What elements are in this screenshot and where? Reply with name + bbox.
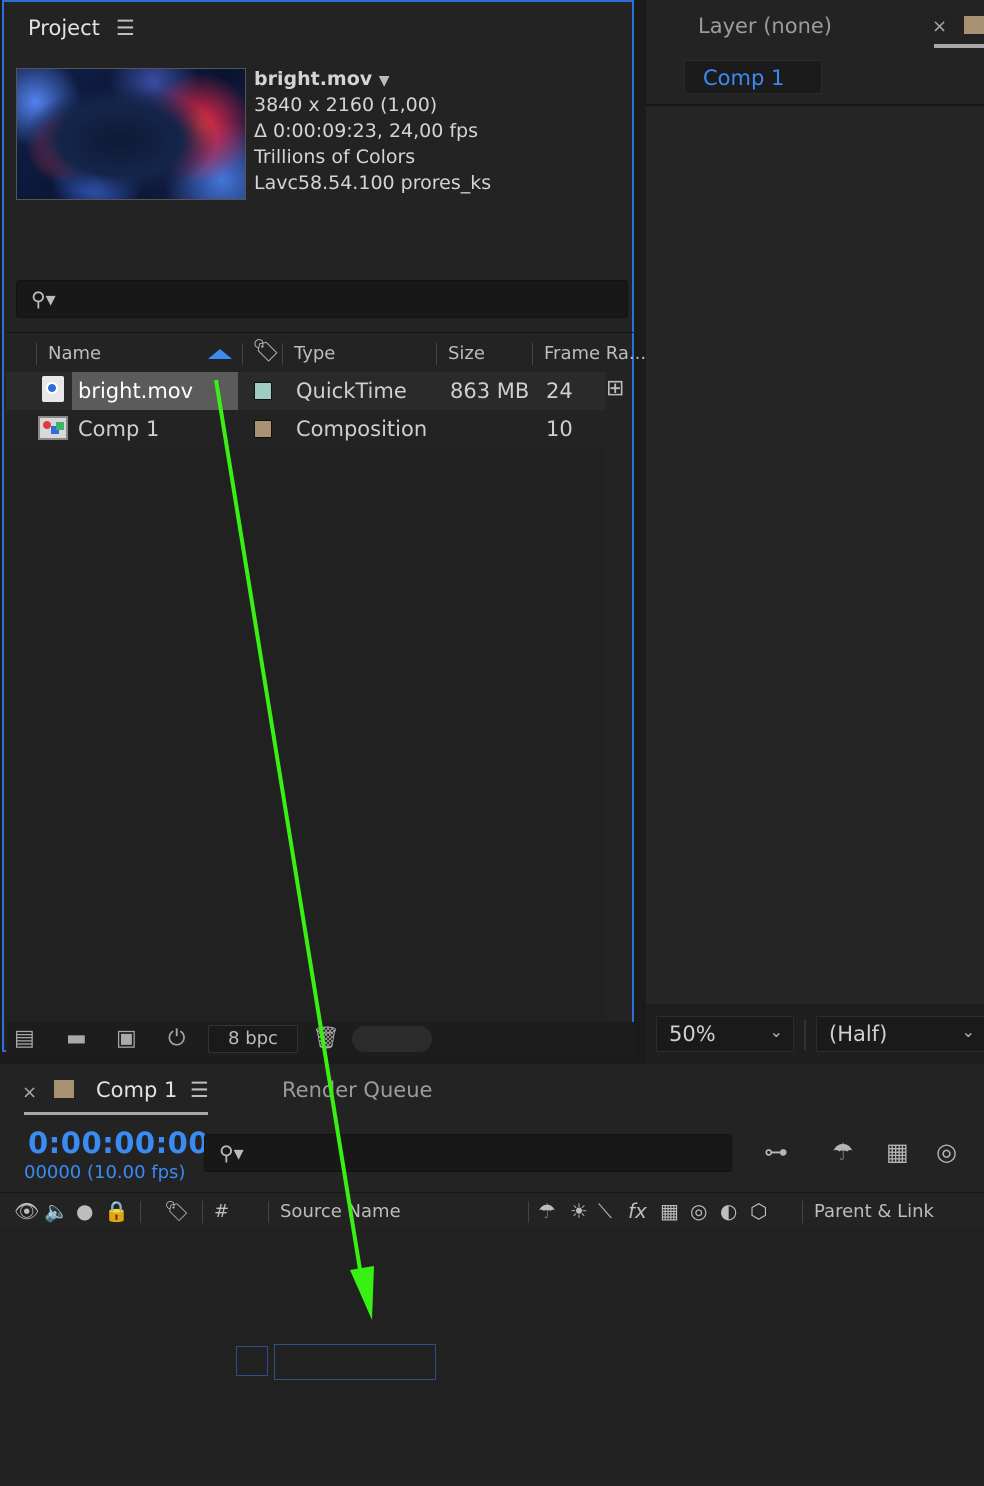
motion-blur-icon[interactable]: ◎ xyxy=(690,1199,707,1223)
search-icon: ⚲▾ xyxy=(219,1141,244,1165)
chevron-down-icon: ⌄ xyxy=(769,1022,783,1041)
footage-name[interactable]: bright.mov ▼ xyxy=(254,68,390,90)
footage-codec: Lavc58.54.100 prores_ks xyxy=(254,172,492,194)
solo-icon[interactable]: ● xyxy=(76,1199,93,1223)
shy-icon[interactable]: ☂ xyxy=(538,1199,556,1223)
project-list-empty-area[interactable] xyxy=(6,448,606,1022)
tab-render-queue[interactable]: Render Queue xyxy=(282,1078,432,1102)
panel-menu-icon[interactable]: ☰ xyxy=(190,1078,209,1102)
zoom-value: 50% xyxy=(669,1022,716,1046)
active-tab-indicator xyxy=(24,1112,208,1115)
column-number: # xyxy=(214,1201,230,1222)
active-tab-indicator xyxy=(934,44,984,48)
item-frame-rate: 24 xyxy=(546,379,573,403)
resolution-dropdown[interactable]: (Half) ⌄ xyxy=(816,1016,984,1052)
dropdown-arrow-icon[interactable]: ▼ xyxy=(379,73,390,89)
close-icon[interactable]: × xyxy=(22,1082,37,1103)
footage-thumbnail xyxy=(16,68,246,200)
zoom-dropdown[interactable]: 50% ⌄ xyxy=(656,1016,794,1052)
viewer-area[interactable] xyxy=(646,106,984,1004)
tab-layer[interactable]: Layer (none) xyxy=(698,14,832,38)
item-type: Composition xyxy=(296,417,428,441)
viewer-bottom-bar: 50% ⌄ (Half) ⌄ xyxy=(646,1004,984,1064)
label-tag-icon[interactable]: 🏷 xyxy=(164,1199,189,1223)
column-name[interactable]: Name xyxy=(48,343,101,364)
new-folder-icon[interactable]: ▬ xyxy=(66,1026,87,1051)
project-item-row[interactable]: bright.mov QuickTime 863 MB 24 xyxy=(6,372,606,410)
project-panel: Project ☰ bright.mov ▼ 3840 x 2160 (1,00… xyxy=(2,0,646,1056)
quality-icon[interactable]: ⟍ xyxy=(598,1199,612,1223)
item-name[interactable]: bright.mov xyxy=(78,379,193,403)
chevron-down-icon: ⌄ xyxy=(961,1022,975,1041)
column-source-name[interactable]: Source Name xyxy=(280,1201,401,1222)
shy-layers-icon[interactable]: ☂ xyxy=(832,1138,854,1166)
motion-blur-icon[interactable]: ◎ xyxy=(936,1138,957,1166)
project-panel-title[interactable]: Project xyxy=(28,16,100,40)
collapse-transform-icon[interactable]: ☀ xyxy=(570,1199,588,1223)
audio-icon[interactable]: 🔈 xyxy=(44,1199,69,1223)
interpret-footage-icon[interactable]: ▤ xyxy=(14,1026,35,1051)
comp-navigator-chip[interactable]: Comp 1 xyxy=(684,60,822,94)
label-tag-icon[interactable]: 🏷 xyxy=(252,339,280,364)
bit-depth-button[interactable]: 8 bpc xyxy=(208,1025,298,1053)
close-icon[interactable]: × xyxy=(932,16,947,37)
eye-icon[interactable]: 👁 xyxy=(14,1199,39,1223)
column-frame-rate[interactable]: Frame Ra... xyxy=(544,343,646,364)
divider xyxy=(804,1020,806,1050)
footage-name-label: bright.mov xyxy=(254,68,373,90)
item-name[interactable]: Comp 1 xyxy=(78,417,159,441)
effects-fx-icon[interactable]: fx xyxy=(628,1199,647,1223)
composition-flowchart-icon[interactable]: ⊶ xyxy=(764,1138,788,1166)
project-bottom-toolbar: ▤ ▬ ▣ ⏻ 8 bpc 🗑 xyxy=(6,1022,634,1056)
item-frame-rate: 10 xyxy=(546,417,573,441)
timeline-panel: × Comp 1 ☰ Render Queue 0:00:00:00 00000… xyxy=(0,1064,984,1486)
frame-blending-icon[interactable]: ▦ xyxy=(886,1138,909,1166)
item-size: 863 MB xyxy=(450,379,530,403)
project-settings-icon[interactable]: ⏻ xyxy=(168,1026,185,1051)
tab-comp-1[interactable]: Comp 1 xyxy=(96,1078,177,1102)
panel-menu-icon[interactable]: ☰ xyxy=(116,16,135,40)
footage-file-icon xyxy=(42,376,64,402)
frame-count-display: 00000 (10.00 fps) xyxy=(24,1162,186,1183)
project-item-row[interactable]: Comp 1 Composition 10 xyxy=(6,410,606,448)
timeline-search-input[interactable]: ⚲▾ xyxy=(204,1134,732,1172)
frame-blend-icon[interactable]: ▦ xyxy=(660,1199,679,1223)
column-size[interactable]: Size xyxy=(448,343,485,364)
label-color-swatch[interactable] xyxy=(254,382,272,400)
label-color-swatch[interactable] xyxy=(254,420,272,438)
lock-icon[interactable]: 🔒 xyxy=(104,1199,129,1223)
project-search-input[interactable]: ⚲▾ xyxy=(16,280,628,318)
new-composition-icon[interactable]: ▣ xyxy=(116,1026,137,1051)
comp-chip-label: Comp 1 xyxy=(703,66,785,90)
composition-icon xyxy=(38,416,68,440)
timeline-layer-area[interactable] xyxy=(0,1230,984,1486)
trash-icon[interactable]: 🗑 xyxy=(312,1026,340,1051)
resolution-value: (Half) xyxy=(829,1022,888,1046)
project-column-header: Name 🏷 Type Size Frame Ra... xyxy=(6,332,646,373)
footage-resolution: 3840 x 2160 (1,00) xyxy=(254,94,438,116)
current-time-display[interactable]: 0:00:00:00 xyxy=(28,1126,209,1160)
footage-duration: Δ 0:00:09:23, 24,00 fps xyxy=(254,120,479,142)
drop-target-indicator xyxy=(236,1346,268,1376)
timeline-layer-header: 👁 🔈 ● 🔒 🏷 # Source Name ☂ ☀ ⟍ fx ▦ ◎ ◐ ⬡… xyxy=(0,1192,984,1232)
sort-ascending-icon[interactable] xyxy=(208,349,232,359)
footage-colors: Trillions of Colors xyxy=(254,146,416,168)
drop-target-indicator xyxy=(274,1344,436,1380)
item-type: QuickTime xyxy=(296,379,407,403)
composition-tab-swatch xyxy=(54,1080,74,1098)
flowchart-icon[interactable]: ⊞ xyxy=(606,376,624,401)
adjustment-layer-icon[interactable]: ◐ xyxy=(720,1199,737,1223)
layer-panel: Layer (none) × Comp 1 50% ⌄ (Half) ⌄ xyxy=(646,0,984,1064)
column-parent-link[interactable]: Parent & Link xyxy=(814,1201,934,1222)
thumbnail-transparency-toggle[interactable] xyxy=(352,1026,432,1052)
column-type[interactable]: Type xyxy=(294,343,335,364)
3d-layer-icon[interactable]: ⬡ xyxy=(750,1199,767,1223)
search-icon: ⚲▾ xyxy=(31,287,56,311)
composition-tab-swatch[interactable] xyxy=(964,16,984,34)
